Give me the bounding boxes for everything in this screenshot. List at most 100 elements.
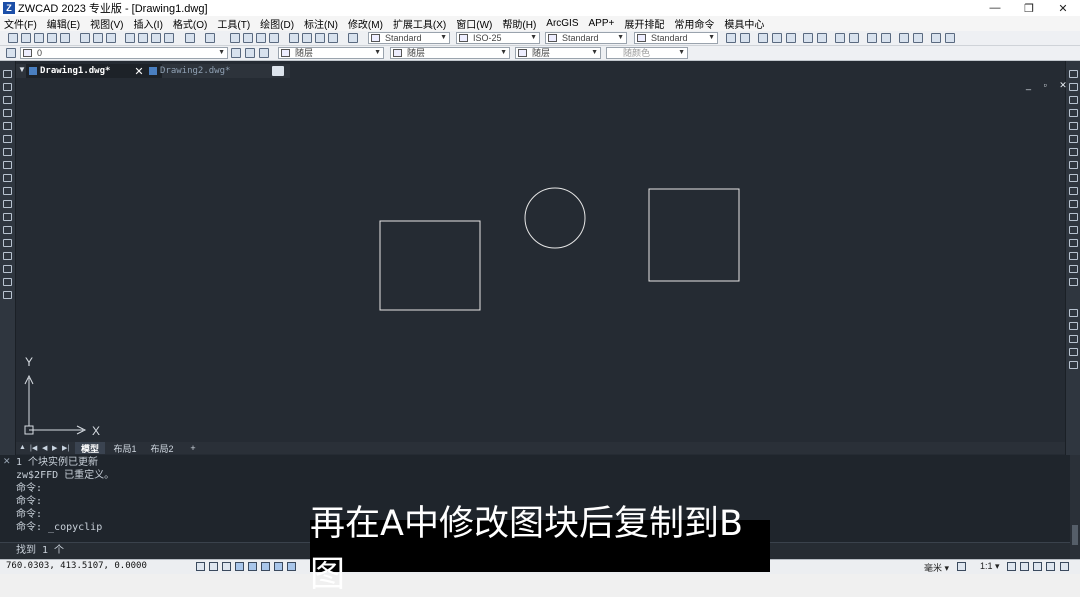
construction-line-icon[interactable] bbox=[3, 83, 12, 91]
ellipse-arc-icon[interactable] bbox=[3, 200, 12, 208]
customize-menu-icon[interactable] bbox=[1060, 562, 1069, 571]
dim-style-select[interactable]: ISO-25 ▼ bbox=[456, 32, 540, 44]
bring-above-icon[interactable] bbox=[1069, 335, 1078, 343]
command-scrollbar[interactable] bbox=[1070, 455, 1080, 559]
first-layout-icon[interactable]: |◀ bbox=[30, 444, 37, 452]
dimension-continue-icon[interactable] bbox=[867, 33, 877, 43]
units-select[interactable]: 毫米 ▾ bbox=[924, 561, 949, 574]
menu-help[interactable]: 帮助(H) bbox=[502, 16, 536, 31]
object-snap-tracking-icon[interactable] bbox=[261, 562, 270, 571]
point-icon[interactable] bbox=[3, 239, 12, 247]
print-icon[interactable] bbox=[80, 33, 90, 43]
drawing-canvas[interactable]: Y X bbox=[17, 78, 1064, 442]
object-snap-icon[interactable] bbox=[248, 562, 257, 571]
command-close-icon[interactable]: ✕ bbox=[3, 456, 11, 467]
new-file-icon[interactable] bbox=[8, 33, 18, 43]
square-a[interactable] bbox=[379, 220, 481, 311]
menu-format[interactable]: 格式(O) bbox=[173, 16, 207, 31]
dimension-arc-icon[interactable] bbox=[758, 33, 768, 43]
menu-dimension[interactable]: 标注(N) bbox=[304, 16, 338, 31]
mirror-icon[interactable] bbox=[1069, 96, 1078, 104]
menu-view[interactable]: 视图(V) bbox=[90, 16, 123, 31]
polar-tracking-icon[interactable] bbox=[235, 562, 244, 571]
menu-file[interactable]: 文件(F) bbox=[4, 16, 37, 31]
array-icon[interactable] bbox=[1069, 122, 1078, 130]
pan-icon[interactable] bbox=[230, 33, 240, 43]
polygon-icon[interactable] bbox=[3, 109, 12, 117]
next-layout-icon[interactable]: ▶ bbox=[52, 444, 57, 452]
scale-select[interactable]: 1:1 ▾ bbox=[980, 561, 1000, 572]
paste-icon[interactable] bbox=[151, 33, 161, 43]
zoom-previous-icon[interactable] bbox=[269, 33, 279, 43]
cut-icon[interactable] bbox=[125, 33, 135, 43]
help-icon[interactable] bbox=[348, 33, 358, 43]
grid-icon[interactable] bbox=[196, 562, 205, 571]
last-layout-icon[interactable]: ▶| bbox=[62, 444, 69, 452]
new-tab-icon[interactable] bbox=[272, 66, 284, 76]
dimension-aligned-icon[interactable] bbox=[740, 33, 750, 43]
linetype-select[interactable]: 随层 ▼ bbox=[390, 47, 510, 59]
explode-icon[interactable] bbox=[1069, 278, 1078, 286]
move-icon[interactable] bbox=[1069, 135, 1078, 143]
square-b[interactable] bbox=[648, 188, 740, 282]
color-select[interactable]: 随层 ▼ bbox=[278, 47, 384, 59]
make-block-icon[interactable] bbox=[3, 226, 12, 234]
chamfer-icon[interactable] bbox=[1069, 252, 1078, 260]
draw-order-front-icon[interactable] bbox=[1069, 309, 1078, 317]
menu-draw[interactable]: 绘图(D) bbox=[260, 16, 294, 31]
save-icon[interactable] bbox=[34, 33, 44, 43]
menu-common-commands[interactable]: 常用命令 bbox=[674, 16, 714, 31]
break-icon[interactable] bbox=[1069, 226, 1078, 234]
save-all-icon[interactable] bbox=[60, 33, 70, 43]
tab-layout1[interactable]: 布局1 bbox=[110, 442, 140, 454]
tab-list-chevron-icon[interactable]: ▼ bbox=[18, 65, 26, 74]
properties-icon[interactable] bbox=[289, 33, 299, 43]
hatch-icon[interactable] bbox=[3, 252, 12, 260]
menu-express-tools[interactable]: 扩展工具(X) bbox=[393, 16, 446, 31]
insert-block-icon[interactable] bbox=[3, 213, 12, 221]
dimension-radius-icon[interactable] bbox=[786, 33, 796, 43]
polyline-icon[interactable] bbox=[3, 96, 12, 104]
stretch-icon[interactable] bbox=[1069, 174, 1078, 182]
multileader-style-select[interactable]: Standard ▼ bbox=[634, 32, 718, 44]
menu-mold-center[interactable]: 模具中心 bbox=[724, 16, 764, 31]
layer-previous-icon[interactable] bbox=[245, 48, 255, 58]
spline-icon[interactable] bbox=[3, 174, 12, 182]
design-center-icon[interactable] bbox=[302, 33, 312, 43]
save-as-icon[interactable] bbox=[47, 33, 57, 43]
print-preview-icon[interactable] bbox=[93, 33, 103, 43]
collapse-icon[interactable]: ▲ bbox=[19, 444, 26, 451]
arc-icon[interactable] bbox=[3, 135, 12, 143]
maximize-button[interactable]: ❐ bbox=[1012, 0, 1046, 16]
dimension-update-icon[interactable] bbox=[931, 33, 941, 43]
close-tab-icon[interactable]: ✕ bbox=[133, 64, 145, 78]
menu-insert[interactable]: 插入(I) bbox=[133, 16, 162, 31]
table-icon[interactable] bbox=[3, 278, 12, 286]
open-file-icon[interactable] bbox=[21, 33, 31, 43]
ellipse-icon[interactable] bbox=[3, 187, 12, 195]
redo-icon[interactable] bbox=[205, 33, 215, 43]
copy-icon[interactable] bbox=[138, 33, 148, 43]
previous-layout-icon[interactable]: ◀ bbox=[42, 444, 47, 452]
rectangle-icon[interactable] bbox=[3, 122, 12, 130]
menu-edit[interactable]: 编辑(E) bbox=[47, 16, 80, 31]
dimension-ordinate-icon[interactable] bbox=[772, 33, 782, 43]
send-under-icon[interactable] bbox=[1069, 348, 1078, 356]
circle-icon[interactable] bbox=[3, 148, 12, 156]
region-icon[interactable] bbox=[3, 265, 12, 273]
ortho-icon[interactable] bbox=[222, 562, 231, 571]
layer-isolate-icon[interactable] bbox=[259, 48, 269, 58]
tab-model[interactable]: 模型 bbox=[75, 442, 105, 454]
zoom-realtime-icon[interactable] bbox=[243, 33, 253, 43]
fillet-icon[interactable] bbox=[1069, 265, 1078, 273]
trim-icon[interactable] bbox=[1069, 187, 1078, 195]
lineweight-select[interactable]: 随层 ▼ bbox=[515, 47, 601, 59]
scale-icon[interactable] bbox=[1069, 161, 1078, 169]
annotation-visibility-icon[interactable] bbox=[1007, 562, 1016, 571]
center-mark-icon[interactable] bbox=[899, 33, 909, 43]
dimension-style-icon[interactable] bbox=[945, 33, 955, 43]
dimension-angular-icon[interactable] bbox=[817, 33, 827, 43]
plot-style-select[interactable]: 随颜色 ▼ bbox=[606, 47, 688, 59]
tool-palette-icon[interactable] bbox=[315, 33, 325, 43]
line-icon[interactable] bbox=[3, 70, 12, 78]
